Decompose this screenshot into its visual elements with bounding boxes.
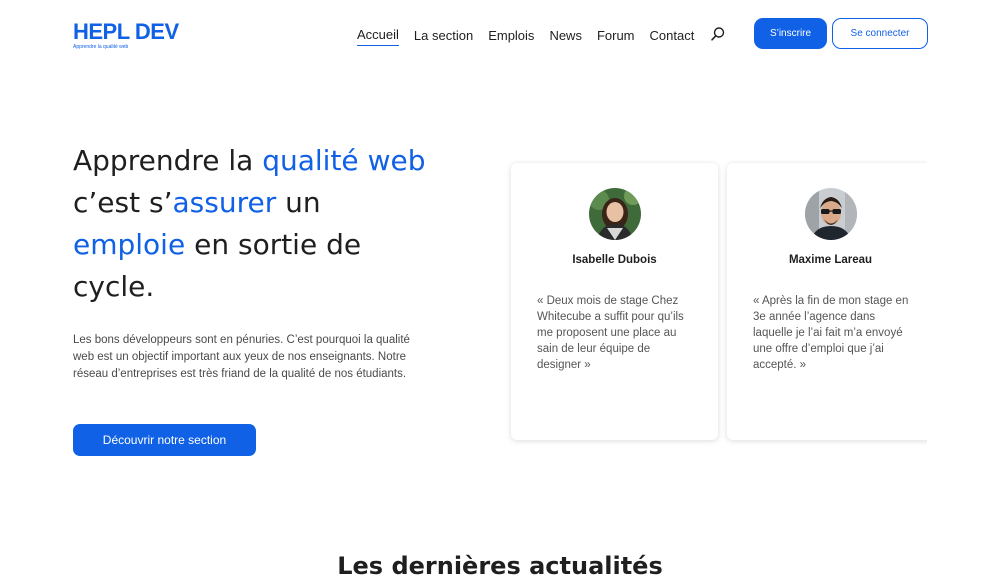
avatar bbox=[589, 188, 641, 240]
testimonial-quote: « Deux mois de stage Chez Whitecube a su… bbox=[537, 295, 684, 371]
login-button[interactable]: Se connecter bbox=[832, 18, 928, 49]
search-icon[interactable] bbox=[710, 26, 726, 42]
testimonials-carousel[interactable]: Isabelle Dubois « Deux mois de stage Che… bbox=[505, 157, 927, 447]
main-nav: Accueil La section Emplois News Forum Co… bbox=[357, 26, 709, 46]
hero-title-accent: assurer bbox=[172, 186, 277, 219]
discover-section-button[interactable]: Découvrir notre section bbox=[73, 424, 256, 456]
hero-title-accent: qualité bbox=[262, 144, 359, 177]
nav-link-emplois[interactable]: Emplois bbox=[488, 27, 534, 45]
testimonial-quote: « Après la fin de mon stage en 3e année … bbox=[753, 295, 909, 371]
hero-description: Les bons développeurs sont en pénuries. … bbox=[73, 334, 410, 380]
nav-link-contact[interactable]: Contact bbox=[650, 27, 695, 45]
testimonial-card: Maxime Lareau « Après la fin de mon stag… bbox=[727, 163, 927, 440]
avatar-maxime-image bbox=[805, 188, 857, 240]
logo[interactable]: HEPL DEV Apprendre la qualité web bbox=[73, 19, 179, 51]
hero-title-part: un bbox=[276, 186, 321, 219]
news-section-title: Les dernières actualités bbox=[337, 552, 663, 576]
signup-button[interactable]: S’inscrire bbox=[754, 18, 827, 49]
avatar-isabelle-image bbox=[589, 188, 641, 240]
hero-title-part bbox=[359, 144, 368, 177]
logo-tagline: Apprendre la qualité web bbox=[73, 44, 129, 50]
nav-link-accueil[interactable]: Accueil bbox=[357, 26, 399, 46]
testimonial-name: Isabelle Dubois bbox=[572, 254, 657, 266]
avatar bbox=[805, 188, 857, 240]
testimonial-card: Isabelle Dubois « Deux mois de stage Che… bbox=[511, 163, 718, 440]
nav-link-news[interactable]: News bbox=[549, 27, 582, 45]
hero-title-accent: emploie bbox=[73, 228, 186, 261]
hero-title-part: c’est s’ bbox=[73, 186, 173, 219]
hero-title-accent: web bbox=[367, 144, 426, 177]
nav-link-la-section[interactable]: La section bbox=[414, 27, 473, 45]
hero-title-part: Apprendre la bbox=[73, 144, 263, 177]
hero-title: Apprendre la qualité web c’est s’assurer… bbox=[73, 140, 433, 308]
nav-link-forum[interactable]: Forum bbox=[597, 27, 635, 45]
site-header: HEPL DEV Apprendre la qualité web Accuei… bbox=[0, 0, 1000, 70]
logo-title: HEPL DEV bbox=[73, 19, 179, 44]
testimonial-name: Maxime Lareau bbox=[788, 254, 873, 266]
